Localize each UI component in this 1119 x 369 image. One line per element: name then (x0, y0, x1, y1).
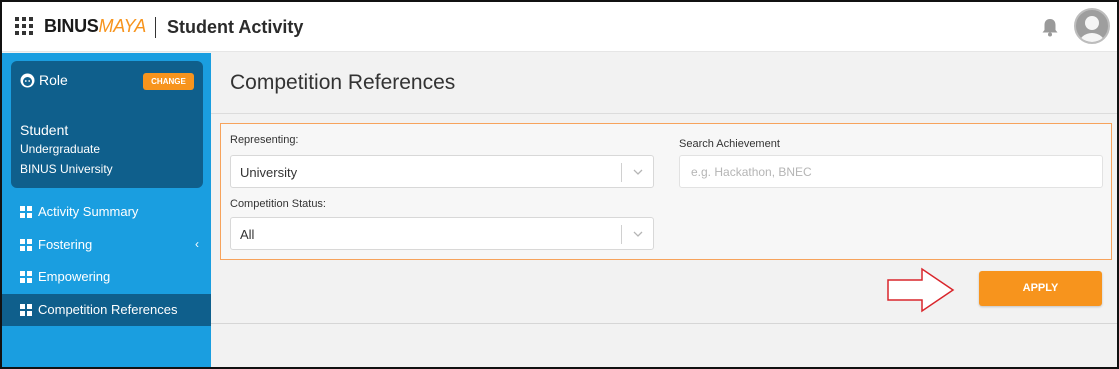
main-content: Competition References Representing: Uni… (211, 53, 1117, 367)
apps-grid-icon[interactable] (15, 17, 33, 35)
sidebar-item-competition-references[interactable]: Competition References (2, 294, 211, 326)
title-divider (211, 113, 1117, 114)
content-divider (211, 323, 1117, 324)
sidebar-item-fostering[interactable]: Fostering ‹ (2, 229, 211, 261)
representing-value: University (240, 165, 298, 180)
role-institution: BINUS University (20, 162, 113, 176)
select-separator (621, 225, 622, 244)
select-separator (621, 163, 622, 182)
dashboard-icon (20, 206, 32, 218)
sidebar-item-activity-summary[interactable]: Activity Summary (2, 196, 211, 228)
sidebar-item-empowering[interactable]: Empowering (2, 261, 211, 293)
role-card: Role CHANGE Student Undergraduate BINUS … (11, 61, 203, 188)
right-arrow-annotation-icon (887, 267, 955, 313)
competition-status-value: All (240, 227, 255, 242)
user-face-icon (20, 73, 35, 88)
competition-status-label: Competition Status: (230, 198, 326, 210)
chevron-left-icon: ‹ (195, 237, 199, 251)
app-title: Student Activity (167, 17, 304, 37)
dashboard-icon (20, 304, 32, 316)
sidebar-item-label: Competition References (38, 302, 178, 317)
user-avatar[interactable] (1074, 8, 1110, 44)
brand-logo[interactable]: BINUSMAYA (44, 16, 146, 37)
chevron-down-icon (633, 231, 643, 237)
representing-select[interactable]: University (230, 155, 654, 188)
sidebar: Role CHANGE Student Undergraduate BINUS … (2, 53, 211, 367)
change-role-button[interactable]: CHANGE (143, 73, 194, 90)
search-achievement-label: Search Achievement (679, 138, 780, 150)
representing-label: Representing: (230, 134, 299, 146)
user-silhouette-icon (1079, 16, 1105, 42)
search-achievement-input[interactable] (679, 155, 1103, 188)
dashboard-icon (20, 271, 32, 283)
top-header: BINUSMAYA Student Activity (2, 2, 1117, 52)
bell-icon[interactable] (1039, 16, 1061, 38)
role-label: Role (39, 72, 68, 88)
role-name: Student (20, 122, 69, 138)
page-title: Competition References (230, 71, 456, 94)
sidebar-item-label: Activity Summary (38, 204, 139, 219)
dashboard-icon (20, 239, 32, 251)
apply-button[interactable]: APPLY (979, 271, 1102, 306)
brand-accent-text: MAYA (98, 16, 147, 36)
filter-panel: Representing: University Competition Sta… (220, 123, 1112, 260)
sidebar-item-label: Fostering (38, 237, 93, 252)
sidebar-item-label: Empowering (38, 269, 111, 284)
brand-main-text: BINUS (44, 16, 99, 36)
competition-status-select[interactable]: All (230, 217, 654, 250)
header-divider (155, 17, 156, 38)
chevron-down-icon (633, 169, 643, 175)
role-level: Undergraduate (20, 142, 101, 156)
app-window: BINUSMAYA Student Activity Role CHANGE S… (0, 0, 1119, 369)
